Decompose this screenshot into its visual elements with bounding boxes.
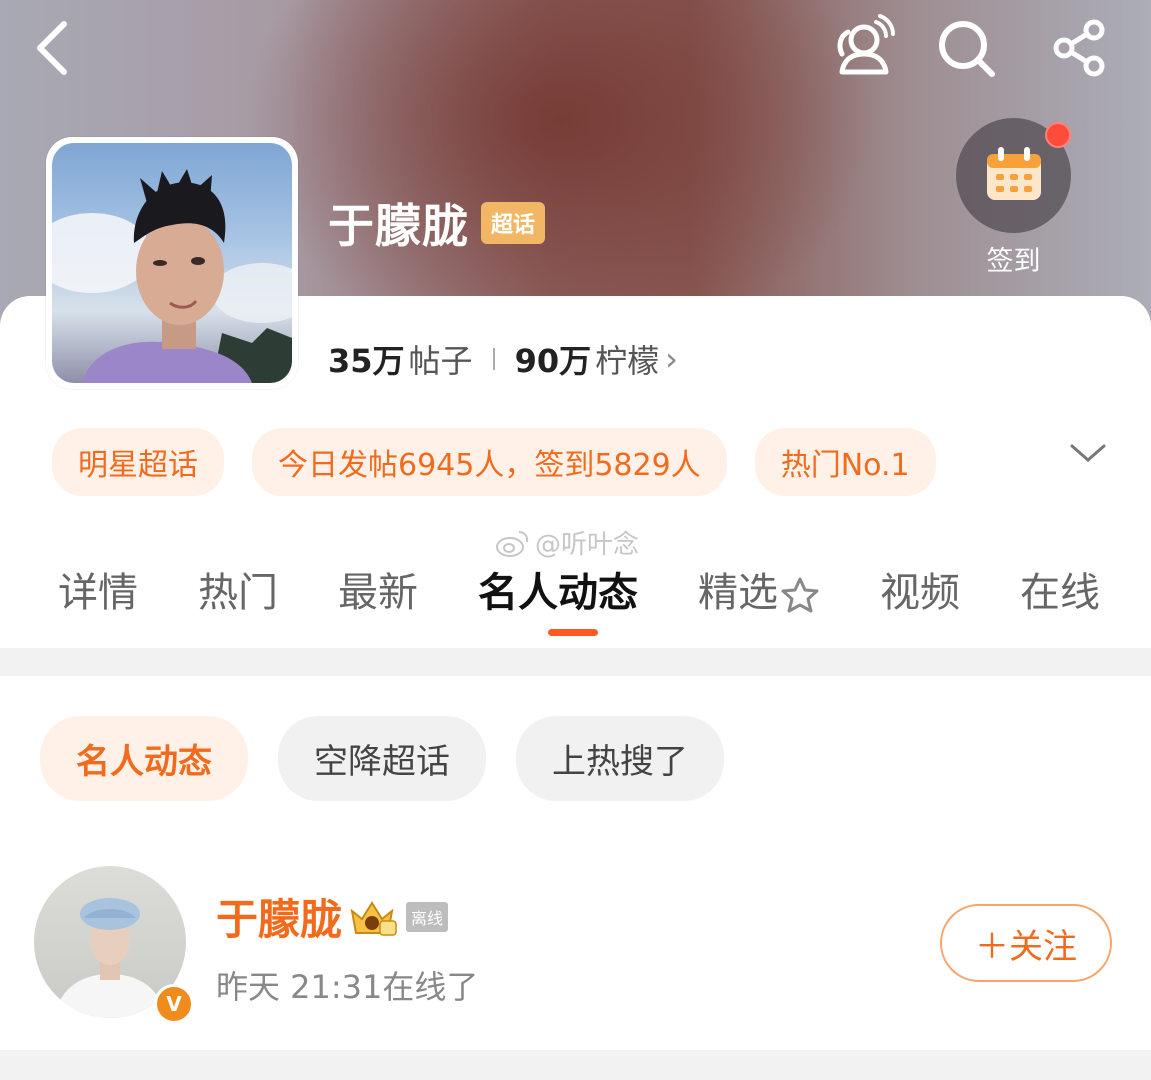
crown-level-icon [350, 900, 397, 936]
posts-label: 帖子 [408, 342, 473, 380]
fans-label[interactable]: 柠檬 [595, 336, 659, 382]
topic-tabs: 详情 热门 最新 名人动态 精选 视频 在线 [58, 560, 1151, 618]
celebrity-user-row: V 于朦胧 离线 昨天 21:31在线了 ＋关注 [34, 866, 1134, 1026]
back-icon[interactable] [28, 18, 78, 78]
topic-stats: 35万 帖子 90万 柠檬 › [328, 336, 678, 382]
sub-filters: 名人动态 空降超话 上热搜了 [40, 716, 724, 801]
bottom-divider [0, 1050, 1151, 1080]
topic-title-row: 于朦胧 超话 [328, 190, 546, 256]
weibo-logo-icon [496, 530, 529, 557]
chevron-right-icon[interactable]: › [665, 340, 678, 378]
topic-cover-image [46, 137, 298, 389]
checkin-label: 签到 [986, 246, 1041, 277]
tab-featured[interactable]: 精选 [698, 560, 820, 618]
offline-tag: 离线 [406, 901, 449, 932]
active-tab-indicator [548, 629, 598, 636]
tab-details[interactable]: 详情 [58, 560, 138, 618]
watermark: @听叶念 [495, 524, 639, 561]
follow-button[interactable]: ＋关注 [940, 904, 1112, 982]
user-status: 昨天 21:31在线了 [216, 968, 479, 1006]
notification-dot [1045, 122, 1071, 148]
calendar-icon [987, 147, 1041, 200]
verified-badge: V [154, 984, 194, 1024]
topic-tags: 明星超话 今日发帖6945人，签到5829人 热门No.1 [52, 428, 936, 496]
posts-count: 35万 [328, 342, 405, 380]
stats-divider [492, 348, 495, 370]
tab-video[interactable]: 视频 [880, 560, 960, 618]
tab-featured-label: 精选 [698, 570, 778, 616]
filter-surprise-appearance[interactable]: 空降超话 [278, 716, 486, 801]
search-icon[interactable] [936, 18, 998, 80]
filter-trending[interactable]: 上热搜了 [516, 716, 724, 801]
tag-daily-activity[interactable]: 今日发帖6945人，签到5829人 [252, 428, 727, 496]
star-sparkle-icon [781, 577, 819, 613]
share-icon[interactable] [1050, 18, 1110, 78]
filter-celebrity-updates[interactable]: 名人动态 [40, 716, 248, 801]
user-name-row: 于朦胧 离线 [216, 886, 449, 947]
watermark-text: @听叶念 [535, 530, 640, 560]
supertopic-badge: 超话 [481, 202, 546, 244]
tag-star-topic[interactable]: 明星超话 [52, 428, 224, 496]
topic-title: 于朦胧 [328, 199, 469, 253]
user-name[interactable]: 于朦胧 [216, 886, 342, 947]
chevron-down-icon[interactable] [1068, 438, 1108, 472]
tag-hot-rank[interactable]: 热门No.1 [754, 428, 936, 496]
tab-hot[interactable]: 热门 [198, 560, 278, 618]
fans-count: 90万 [514, 342, 592, 380]
checkin-button[interactable]: 签到 [956, 118, 1071, 278]
tab-celebrity-updates[interactable]: 名人动态 [478, 560, 638, 618]
tab-latest[interactable]: 最新 [338, 560, 418, 618]
section-divider [0, 648, 1151, 676]
fans-group-icon[interactable] [830, 14, 898, 78]
tab-online[interactable]: 在线 [1020, 560, 1100, 618]
